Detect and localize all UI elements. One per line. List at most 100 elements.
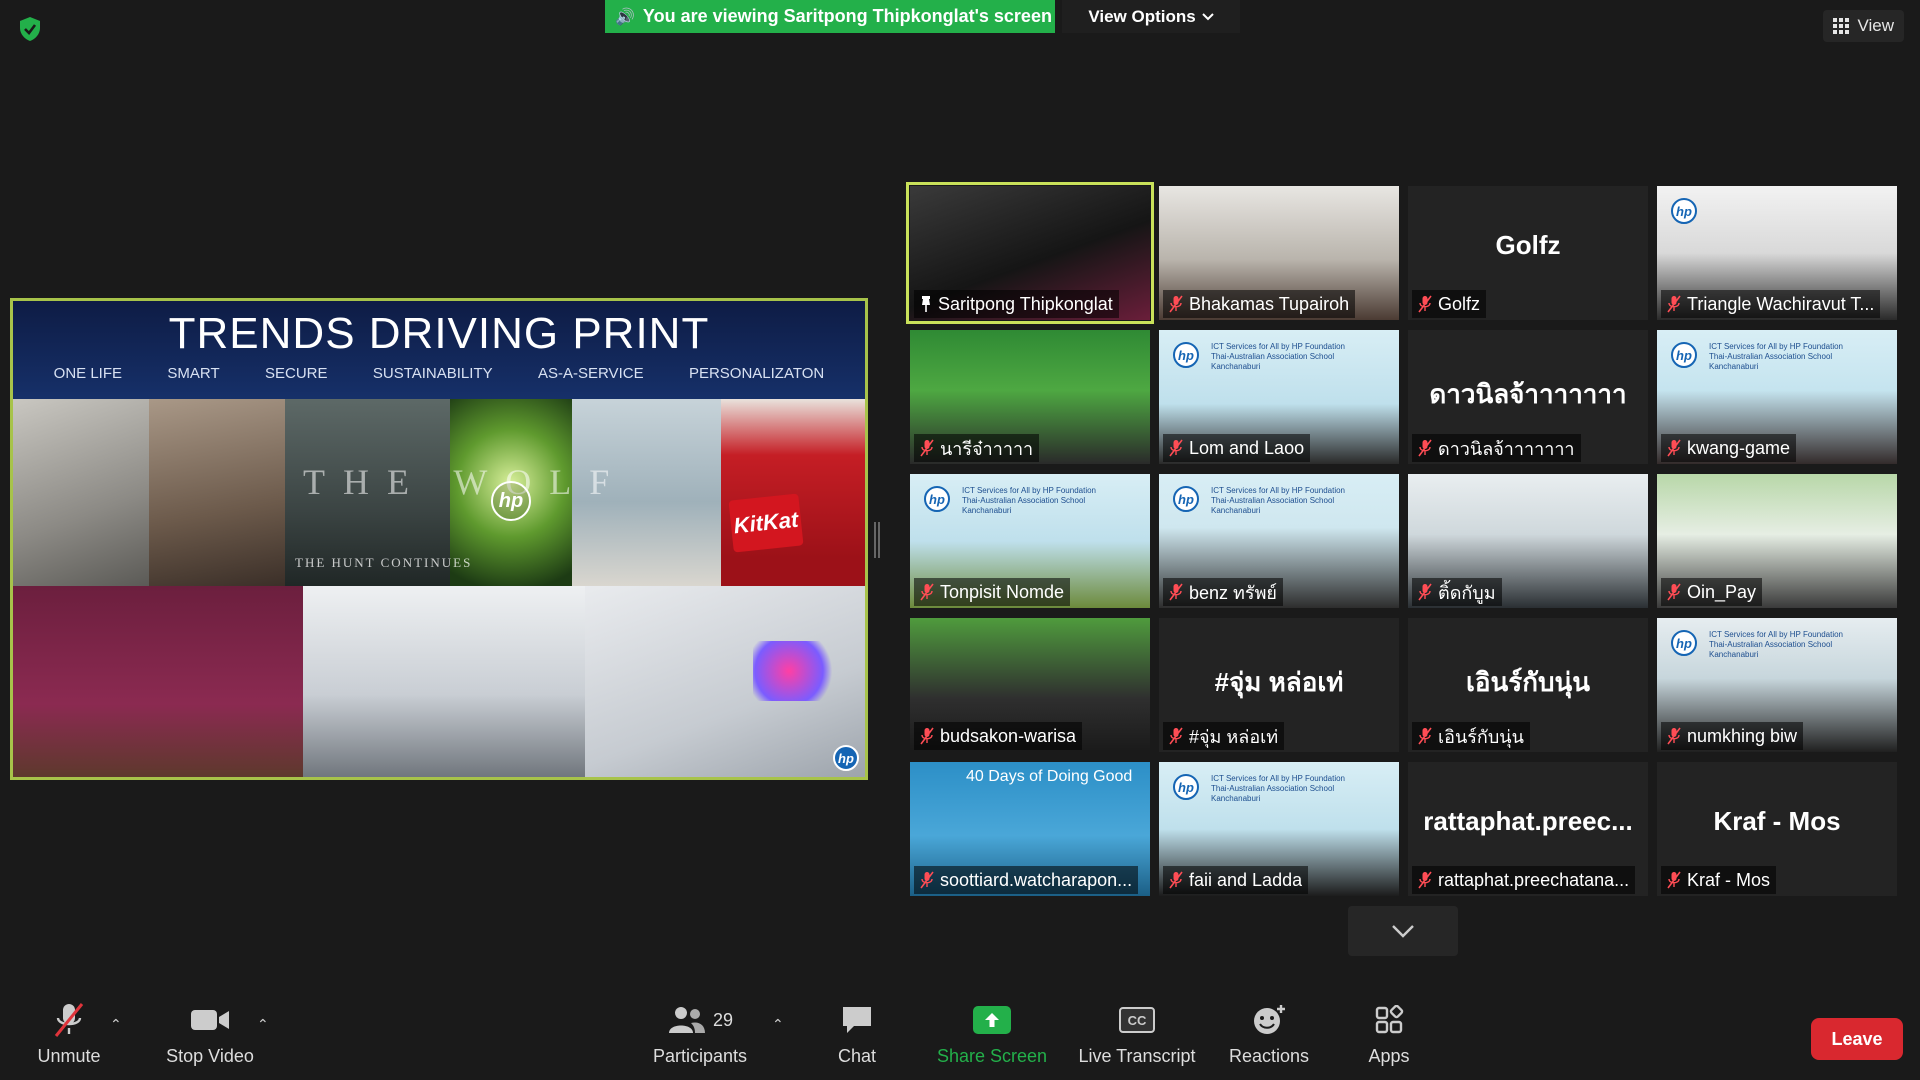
- participant-tile[interactable]: เอินร์กับนุ่น เอินร์กับนุ่น: [1408, 618, 1648, 752]
- participant-name-label: rattaphat.preechatana...: [1412, 866, 1636, 894]
- participant-tile[interactable]: นารีจ๋าาาาา: [910, 330, 1150, 464]
- participant-name-label: budsakon-warisa: [914, 722, 1083, 750]
- participant-tile[interactable]: hp Triangle Wachiravut T...: [1657, 186, 1897, 320]
- reactions-button[interactable]: Reactions: [1226, 1002, 1312, 1067]
- participant-name-label: Kraf - Mos: [1661, 866, 1777, 894]
- meeting-toolbar: Unmute ⌃ Stop Video ⌃ 29 Participants ⌃ …: [0, 990, 1920, 1080]
- wolf-title: THE WOLF: [303, 462, 628, 502]
- participant-name-label: Tonpisit Nomde: [914, 578, 1071, 606]
- view-options-button[interactable]: View Options: [1062, 0, 1240, 33]
- participant-name-label: kwang-game: [1661, 434, 1797, 462]
- participant-name: ดาวนิลจ้าาาาาาา: [1438, 438, 1575, 459]
- hp-logo-icon: hp: [491, 481, 531, 521]
- participant-tile[interactable]: hp ICT Services for All by HP Foundation …: [1159, 330, 1399, 464]
- participant-name: Oin_Pay: [1687, 581, 1757, 602]
- gallery-next-page-button[interactable]: [1348, 906, 1458, 956]
- participant-display-name: เอินร์กับนุ่น: [1465, 667, 1591, 697]
- live-transcript-label: Live Transcript: [1078, 1046, 1196, 1066]
- share-screen-button[interactable]: Share Screen: [936, 1002, 1048, 1067]
- microphone-muted-icon: [1418, 871, 1432, 889]
- microphone-muted-icon: [1667, 727, 1681, 745]
- view-layout-button[interactable]: View: [1823, 10, 1904, 42]
- video-options-caret-icon[interactable]: ⌃: [257, 1016, 269, 1033]
- speaker-icon: 🔊: [615, 8, 635, 26]
- participant-tile[interactable]: ติ้ดกับูม: [1408, 474, 1648, 608]
- unmute-label: Unmute: [37, 1046, 101, 1066]
- participant-tile[interactable]: ดาวนิลจ้าาาาาาา ดาวนิลจ้าาาาาาา: [1408, 330, 1648, 464]
- apps-button[interactable]: Apps: [1362, 1002, 1416, 1067]
- participant-tile[interactable]: hp ICT Services for All by HP Foundation …: [1159, 762, 1399, 896]
- shared-screen[interactable]: TRENDS DRIVING PRINT ONE LIFE SMART SECU…: [10, 298, 868, 780]
- microphone-muted-icon: [920, 871, 934, 889]
- chevron-down-icon: [1201, 12, 1214, 20]
- wolf-subtitle: THE HUNT CONTINUES: [295, 555, 473, 570]
- participant-name: Saritpong Thipkonglat: [938, 293, 1113, 314]
- participant-tile[interactable]: Bhakamas Tupairoh: [1159, 186, 1399, 320]
- participant-display-name: Kraf - Mos: [1713, 806, 1841, 836]
- participant-name: #จุ่ม หล่อเท่: [1189, 726, 1279, 747]
- slide-trend-labels: ONE LIFE SMART SECURE SUSTAINABILITY AS-…: [13, 365, 865, 382]
- leave-button[interactable]: Leave: [1811, 1018, 1903, 1060]
- participants-options-caret-icon[interactable]: ⌃: [772, 1016, 784, 1033]
- participant-name-label: Golfz: [1412, 290, 1487, 318]
- chevron-down-icon: [1392, 925, 1414, 938]
- microphone-muted-icon: [920, 727, 934, 745]
- microphone-muted-icon: [1418, 727, 1432, 745]
- hp-logo-icon: hp: [1671, 342, 1697, 368]
- audio-options-caret-icon[interactable]: ⌃: [110, 1016, 122, 1033]
- microphone-muted-icon: [1169, 583, 1183, 601]
- participant-tile[interactable]: hp ICT Services for All by HP Foundation …: [1657, 330, 1897, 464]
- microphone-muted-icon: [1169, 295, 1183, 313]
- participant-name-label: Triangle Wachiravut T...: [1661, 290, 1881, 318]
- participant-name-label: ติ้ดกับูม: [1412, 578, 1502, 606]
- participant-name-label: เอินร์กับนุ่น: [1412, 722, 1530, 750]
- participant-name-label: ดาวนิลจ้าาาาาาา: [1412, 434, 1581, 462]
- participants-button[interactable]: 29 Participants: [648, 1002, 752, 1067]
- participant-tile[interactable]: Saritpong Thipkonglat: [906, 182, 1154, 324]
- smiley-plus-icon: [1254, 1005, 1285, 1034]
- participant-tile[interactable]: Kraf - Mos Kraf - Mos: [1657, 762, 1897, 896]
- 3d-print-object: [753, 641, 843, 701]
- apps-icon: [1375, 1005, 1404, 1034]
- participant-name: soottiard.watcharapon...: [940, 869, 1133, 890]
- kitkat-logo: KitKat: [728, 493, 804, 553]
- microphone-muted-icon: [1169, 871, 1183, 889]
- trend-label: PERSONALIZATON: [688, 365, 825, 382]
- participant-name: นารีจ๋าาาาา: [940, 438, 1034, 459]
- microphone-muted-icon: [1667, 295, 1681, 313]
- slide-photo-printer-user: [303, 586, 585, 777]
- participant-tile[interactable]: budsakon-warisa: [910, 618, 1150, 752]
- participant-tile[interactable]: hp ICT Services for All by HP Foundation …: [1657, 618, 1897, 752]
- participant-name-label: Saritpong Thipkonglat: [914, 290, 1119, 318]
- participant-name: ติ้ดกับูม: [1438, 582, 1496, 603]
- live-transcript-button[interactable]: CC Live Transcript: [1076, 1002, 1198, 1067]
- hp-logo-icon: hp: [1173, 342, 1199, 368]
- participant-tile[interactable]: 40 Days of Doing Good soottiard.watcharap…: [910, 762, 1150, 896]
- stop-video-button[interactable]: Stop Video: [160, 1002, 260, 1067]
- microphone-muted-icon: [1667, 439, 1681, 457]
- participant-tile[interactable]: rattaphat.preec... rattaphat.preechatana.…: [1408, 762, 1648, 896]
- participant-tile[interactable]: hp ICT Services for All by HP Foundation …: [910, 474, 1150, 608]
- participant-name: numkhing biw: [1687, 725, 1798, 746]
- participant-tile[interactable]: hp ICT Services for All by HP Foundation …: [1159, 474, 1399, 608]
- participant-name: Bhakamas Tupairoh: [1189, 293, 1350, 314]
- split-view-divider-handle[interactable]: [874, 522, 880, 558]
- participants-label: Participants: [652, 1046, 748, 1066]
- share-banner: 🔊 You are viewing Saritpong Thipkonglat'…: [605, 0, 1055, 33]
- stop-video-label: Stop Video: [166, 1046, 254, 1066]
- zoom-meeting-window: 🔊 You are viewing Saritpong Thipkonglat'…: [0, 0, 1920, 1080]
- security-shield-icon[interactable]: [18, 16, 42, 42]
- hp-logo-icon: hp: [1173, 486, 1199, 512]
- share-screen-label: Share Screen: [936, 1046, 1048, 1066]
- participant-name-label: benz ทรัพย์: [1163, 578, 1283, 606]
- trend-label: AS-A-SERVICE: [537, 365, 644, 382]
- slide-photo-kitkat: [721, 399, 865, 586]
- participant-tile[interactable]: #จุ่ม หล่อเท่ #จุ่ม หล่อเท่: [1159, 618, 1399, 752]
- slide-photo-home-office: [13, 586, 303, 777]
- participant-tile[interactable]: Golfz Golfz: [1408, 186, 1648, 320]
- chat-button[interactable]: Chat: [830, 1002, 884, 1067]
- participant-tile[interactable]: Oin_Pay: [1657, 474, 1897, 608]
- unmute-button[interactable]: Unmute: [34, 1002, 104, 1067]
- share-screen-arrow-icon: [973, 1006, 1011, 1034]
- grid-icon: [1833, 18, 1850, 34]
